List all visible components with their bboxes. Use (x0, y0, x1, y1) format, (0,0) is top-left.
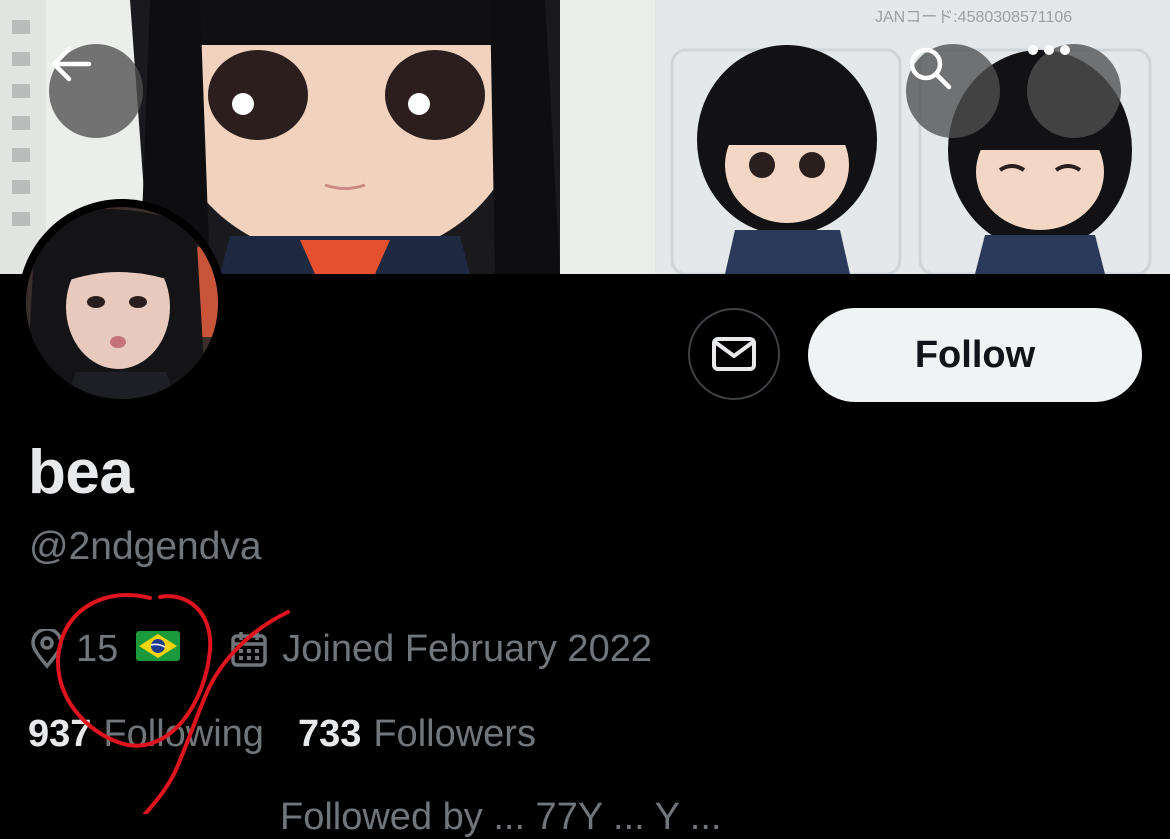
following-link[interactable]: 937 Following (28, 713, 298, 756)
location-text: 15 (76, 627, 119, 670)
arrow-left-icon (51, 46, 92, 82)
join-date-text: Joined February 2022 (282, 627, 652, 670)
brazil-flag-icon (136, 628, 181, 671)
following-count: 937 (28, 712, 92, 755)
search-button[interactable] (906, 44, 1000, 138)
followed-by-text[interactable]: Followed by ... 77Y ... Y ... (280, 796, 721, 839)
profile-meta: 15 Joined February 2022 (30, 624, 652, 674)
avatar-image (26, 207, 218, 399)
followers-count: 733 (297, 712, 362, 755)
location: 15 (30, 628, 230, 671)
message-button[interactable] (688, 308, 780, 400)
mail-icon (712, 337, 756, 371)
follow-stats: 937 Following 733 Followers (28, 710, 570, 758)
search-icon (909, 47, 952, 90)
display-name: bea (28, 438, 134, 507)
join-date: Joined February 2022 (230, 628, 652, 671)
more-options-button[interactable] (1027, 44, 1121, 138)
calendar-icon (231, 632, 268, 667)
user-handle: @2ndgendva (29, 525, 262, 568)
location-pin-icon (31, 629, 63, 669)
avatar[interactable] (18, 199, 226, 407)
follow-button[interactable]: Follow (808, 308, 1142, 402)
following-label: Following (103, 712, 264, 755)
more-horizontal-icon (1028, 45, 1070, 55)
banner-text: JANコード:4580308571106 (875, 9, 1072, 26)
back-button[interactable] (49, 44, 143, 138)
followers-label: Followers (373, 712, 536, 755)
followers-link[interactable]: 733 Followers (298, 713, 570, 756)
brazil-flag-image (136, 630, 181, 661)
